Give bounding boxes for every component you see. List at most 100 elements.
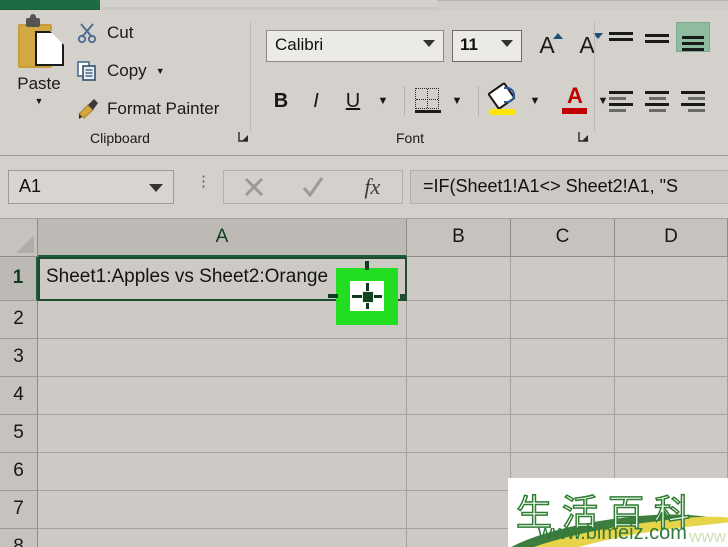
paste-button-label: Paste xyxy=(17,74,61,93)
center-align-button[interactable] xyxy=(640,86,674,116)
cell-a7[interactable] xyxy=(38,491,407,529)
fill-color-icon[interactable] xyxy=(487,81,517,116)
row-header-8[interactable]: 8 xyxy=(0,529,38,547)
italic-button[interactable]: I xyxy=(303,84,329,118)
cursor-tick-top xyxy=(365,261,369,270)
align-left-button[interactable] xyxy=(604,86,638,116)
cell-d5[interactable] xyxy=(615,415,728,453)
row-header-3[interactable]: 3 xyxy=(0,339,38,377)
copy-dropdown-caret[interactable]: ▼ xyxy=(156,66,165,76)
excel-window: Paste ▼ Cut Copy ▼ Format Painter Clipbo… xyxy=(0,0,728,547)
ribbon: Paste ▼ Cut Copy ▼ Format Painter Clipbo… xyxy=(0,10,728,156)
column-header-d[interactable]: D xyxy=(615,219,728,257)
top-align-button[interactable] xyxy=(604,22,638,52)
group-divider-clipboard xyxy=(250,22,251,132)
clipboard-group-label: Clipboard xyxy=(90,130,150,146)
cell-d3[interactable] xyxy=(615,339,728,377)
cut-button[interactable]: Cut xyxy=(76,18,133,48)
row-header-6[interactable]: 6 xyxy=(0,453,38,491)
copy-icon xyxy=(76,59,100,83)
middle-align-button[interactable] xyxy=(640,22,674,52)
font-color-icon[interactable]: A xyxy=(561,84,589,116)
copy-label: Copy xyxy=(107,61,147,80)
cell-a1-value: Sheet1:Apples vs Sheet2:Orange xyxy=(46,266,329,287)
row-header-1[interactable]: 1 xyxy=(0,257,38,301)
scissors-icon xyxy=(76,21,100,45)
cell-c1[interactable] xyxy=(511,257,615,301)
cell-a4[interactable] xyxy=(38,377,407,415)
watermark-url: www.bimeiz.com xyxy=(538,522,687,544)
format-painter-button[interactable]: Format Painter xyxy=(76,94,219,124)
cell-b2[interactable] xyxy=(407,301,511,339)
column-header-b[interactable]: B xyxy=(407,219,511,257)
font-name-input[interactable]: Calibri xyxy=(266,30,444,62)
cell-a5[interactable] xyxy=(38,415,407,453)
formula-bar-area: A1 ⋮ fx =IF(Sheet1!A1<> Sheet2!A1, "S xyxy=(0,156,728,219)
watermark: 生活百科 www.bimeiz.com www xyxy=(508,478,728,547)
insert-function-button[interactable]: fx xyxy=(343,171,402,203)
cursor-highlight xyxy=(328,261,398,325)
font-size-input[interactable]: 11 xyxy=(452,30,522,62)
cell-b5[interactable] xyxy=(407,415,511,453)
enter-formula-button[interactable] xyxy=(283,171,342,203)
decrease-font-size-button[interactable]: A xyxy=(570,28,604,62)
name-box[interactable]: A1 xyxy=(8,170,174,204)
name-box-caret-icon[interactable] xyxy=(149,184,163,192)
paste-button[interactable]: Paste ▼ xyxy=(8,14,70,126)
watermark-ghost-text: www xyxy=(689,527,726,546)
cell-a3[interactable] xyxy=(38,339,407,377)
row-header-2[interactable]: 2 xyxy=(0,301,38,339)
formula-value: =IF(Sheet1!A1<> Sheet2!A1, "S xyxy=(423,176,679,196)
cell-c2[interactable] xyxy=(511,301,615,339)
cell-b6[interactable] xyxy=(407,453,511,491)
paintbrush-icon xyxy=(76,97,100,121)
cell-d2[interactable] xyxy=(615,301,728,339)
cancel-formula-button[interactable] xyxy=(224,171,283,203)
underline-dropdown-caret[interactable]: ▼ xyxy=(372,84,394,118)
cell-d1[interactable] xyxy=(615,257,728,301)
cell-a8[interactable] xyxy=(38,529,407,547)
caret-up-icon xyxy=(553,33,563,39)
column-header-c[interactable]: C xyxy=(511,219,615,257)
font-divider-2 xyxy=(478,86,479,116)
font-group-label: Font xyxy=(395,130,424,146)
borders-dropdown-caret[interactable]: ▼ xyxy=(446,84,468,118)
move-cursor-icon xyxy=(350,281,384,311)
font-divider-1 xyxy=(404,86,405,116)
bold-button[interactable]: B xyxy=(268,84,294,118)
font-name-caret-icon[interactable] xyxy=(423,40,435,47)
font-size-caret-icon[interactable] xyxy=(501,40,513,47)
clipboard-dialog-launcher[interactable] xyxy=(238,131,250,143)
row-header-5[interactable]: 5 xyxy=(0,415,38,453)
align-right-button[interactable] xyxy=(676,86,710,116)
cell-a6[interactable] xyxy=(38,453,407,491)
cell-b8[interactable] xyxy=(407,529,511,547)
cell-b3[interactable] xyxy=(407,339,511,377)
ribbon-top-right-area xyxy=(437,0,728,9)
formula-input[interactable]: =IF(Sheet1!A1<> Sheet2!A1, "S xyxy=(410,170,728,204)
bottom-align-button[interactable] xyxy=(676,22,710,52)
select-all-corner[interactable] xyxy=(0,219,38,257)
cell-c3[interactable] xyxy=(511,339,615,377)
cell-b1[interactable] xyxy=(407,257,511,301)
cell-d4[interactable] xyxy=(615,377,728,415)
copy-button[interactable]: Copy ▼ xyxy=(76,56,165,86)
group-divider-font xyxy=(594,22,595,132)
cell-c4[interactable] xyxy=(511,377,615,415)
cell-b4[interactable] xyxy=(407,377,511,415)
font-dialog-launcher[interactable] xyxy=(578,131,590,143)
borders-icon[interactable] xyxy=(415,88,441,114)
fill-handle[interactable] xyxy=(400,294,407,301)
column-header-a[interactable]: A xyxy=(38,219,407,257)
formula-bar-handle[interactable]: ⋮ xyxy=(196,174,211,198)
row-header-4[interactable]: 4 xyxy=(0,377,38,415)
fill-color-dropdown-caret[interactable]: ▼ xyxy=(524,84,546,118)
cell-b7[interactable] xyxy=(407,491,511,529)
paste-dropdown-caret[interactable]: ▼ xyxy=(8,94,70,108)
underline-button[interactable]: U xyxy=(340,84,366,118)
cut-label: Cut xyxy=(107,23,134,42)
name-box-value: A1 xyxy=(19,176,42,196)
cell-c5[interactable] xyxy=(511,415,615,453)
increase-font-size-button[interactable]: A xyxy=(530,28,564,62)
row-header-7[interactable]: 7 xyxy=(0,491,38,529)
